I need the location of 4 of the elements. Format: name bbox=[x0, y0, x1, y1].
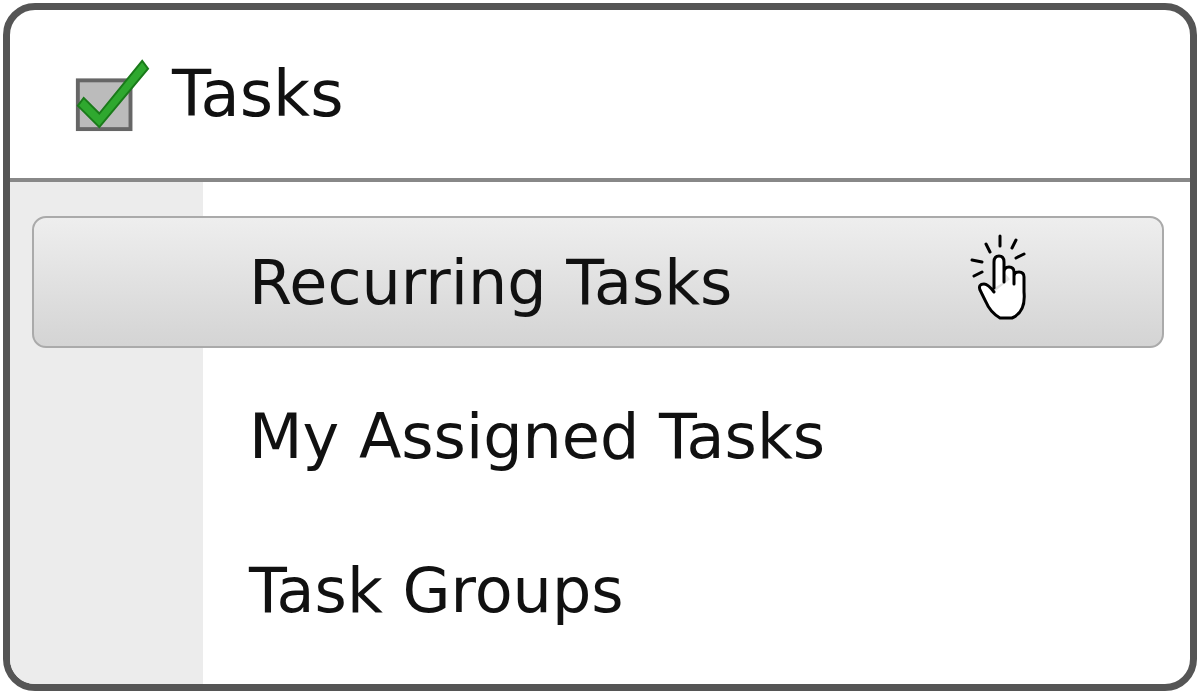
menu-item[interactable]: My Assigned Tasks bbox=[32, 370, 1164, 502]
menu-item[interactable]: Task Groups bbox=[32, 524, 1164, 656]
menu-title: Tasks bbox=[172, 57, 344, 131]
menu-item[interactable]: Recurring Tasks bbox=[32, 216, 1164, 348]
